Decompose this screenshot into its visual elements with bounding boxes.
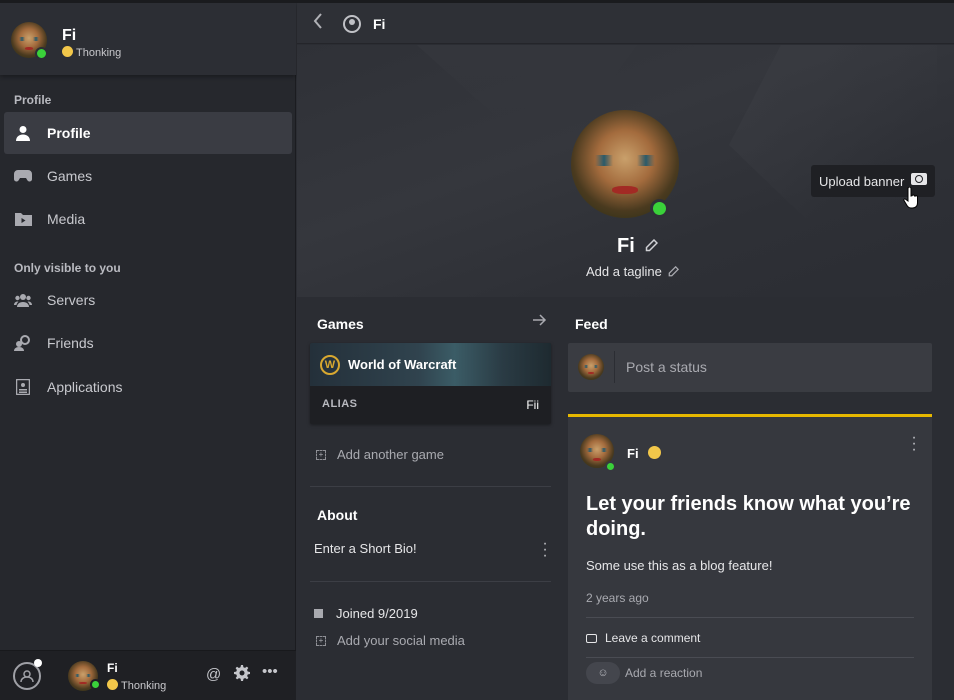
user-card[interactable]: Fi Thonking (0, 3, 296, 75)
alias-label: ALIAS (322, 398, 358, 410)
post-timestamp: 2 years ago (586, 591, 649, 605)
mention-icon[interactable]: @ (206, 666, 221, 683)
thinking-emoji-icon (62, 46, 73, 57)
section-label-private: Only visible to you (14, 261, 121, 275)
add-emoji-icon: ☺ (586, 662, 620, 684)
alias-value: Fii (526, 398, 539, 412)
about-heading: About (317, 507, 358, 523)
thinking-emoji-icon (107, 679, 118, 690)
window-top-edge (0, 0, 954, 3)
sidebar-item-label: Friends (47, 335, 94, 351)
edit-name-icon[interactable] (645, 238, 659, 255)
media-icon (14, 211, 32, 227)
add-reaction-label: Add a reaction (625, 666, 703, 680)
post-status-placeholder: Post a status (626, 359, 707, 375)
sidebar-item-label: Media (47, 211, 86, 227)
upload-banner-label: Upload banner (819, 174, 905, 189)
bottom-user-name: Fi (107, 661, 118, 675)
bottom-user-status-text: Thonking (121, 680, 167, 692)
plus-box-icon: + (316, 449, 326, 460)
add-social-label: Add your social media (337, 633, 465, 648)
bottom-user-bar: Fi Thonking @ ••• (0, 650, 296, 700)
gear-icon[interactable] (234, 665, 250, 685)
cake-icon (314, 609, 323, 618)
back-arrow-icon[interactable] (313, 13, 323, 34)
user-status: Thonking (62, 46, 121, 59)
joined-date: Joined 9/2019 (314, 606, 418, 621)
leave-comment-button[interactable]: Leave a comment (586, 631, 700, 645)
sidebar-item-games[interactable]: Games (4, 155, 292, 197)
sidebar-item-servers[interactable]: Servers (4, 279, 292, 321)
tagline-field[interactable]: Add a tagline (586, 264, 662, 279)
add-social-media-button[interactable]: + Add your social media (316, 633, 465, 648)
servers-icon (14, 292, 32, 308)
app-window: Fi Thonking Profile Profile Games Media … (0, 0, 954, 700)
divider (310, 581, 551, 582)
notification-dot (34, 659, 42, 667)
online-status-dot (35, 47, 48, 60)
camera-icon (911, 173, 927, 185)
friends-icon (14, 335, 32, 351)
sidebar-item-applications[interactable]: Applications (4, 366, 292, 408)
avatar (578, 354, 604, 380)
user-status-text: Thonking (76, 47, 122, 59)
person-icon (14, 125, 32, 141)
divider (586, 657, 914, 658)
world-of-warcraft-logo-icon: W (320, 355, 340, 375)
games-heading: Games (317, 316, 364, 332)
sidebar-item-profile[interactable]: Profile (4, 112, 292, 154)
gamepad-icon (14, 168, 32, 184)
post-status-input[interactable]: Post a status (568, 343, 932, 392)
top-bar: Fi (297, 3, 954, 44)
feed-heading: Feed (575, 316, 608, 332)
post-headline: Let your friends know what you’re doing. (586, 493, 911, 540)
post-author[interactable]: Fi (627, 446, 639, 461)
post-body: Some use this as a blog feature! (586, 558, 773, 573)
comment-bubble-icon (586, 633, 597, 643)
feed-post-card: · · · Fi Let your friends know what you’re… (568, 414, 932, 700)
sidebar-item-label: Servers (47, 292, 96, 308)
sidebar: Fi Thonking Profile Profile Games Media … (0, 0, 296, 700)
add-game-label: Add another game (337, 447, 444, 462)
main-content: Fi Fi Add a tagline Upload banner Games (297, 3, 954, 700)
divider (310, 486, 551, 487)
post-options-icon[interactable]: · · · (911, 430, 917, 458)
page-title: Fi (373, 16, 386, 32)
bio-options-icon[interactable]: · · · (542, 536, 548, 564)
user-name: Fi (62, 27, 77, 44)
thinking-emoji-icon (648, 446, 661, 459)
add-game-button[interactable]: + Add another game (316, 447, 444, 462)
section-label-profile: Profile (14, 93, 52, 107)
profile-name: Fi (617, 235, 635, 257)
bio-field[interactable]: Enter a Short Bio! (314, 541, 417, 556)
game-card[interactable]: W World of Warcraft ALIAS Fii (310, 343, 551, 424)
applications-icon (14, 379, 32, 395)
divider (614, 351, 615, 383)
plus-box-icon: + (316, 635, 326, 646)
more-options-icon[interactable]: ••• (262, 663, 278, 680)
sidebar-item-label: Applications (47, 379, 123, 395)
joined-label: Joined 9/2019 (336, 606, 418, 621)
sidebar-item-label: Games (47, 168, 93, 184)
sidebar-item-media[interactable]: Media (4, 198, 292, 240)
add-reaction-button[interactable]: ☺ Add a reaction (586, 662, 702, 684)
game-title: World of Warcraft (348, 357, 457, 372)
edit-tagline-icon[interactable] (668, 265, 680, 280)
arrow-right-icon[interactable] (533, 313, 547, 331)
online-status-dot (650, 199, 669, 218)
divider (586, 617, 914, 618)
sidebar-item-label: Profile (47, 125, 91, 141)
leave-comment-label: Leave a comment (605, 631, 701, 645)
bottom-user-status: Thonking (107, 679, 166, 692)
sidebar-item-friends[interactable]: Friends (4, 322, 292, 364)
online-status-dot (605, 461, 616, 472)
profile-circle-icon (343, 15, 361, 33)
online-status-dot (90, 679, 101, 690)
banner-shape (729, 45, 937, 245)
hand-cursor-icon (903, 186, 919, 215)
